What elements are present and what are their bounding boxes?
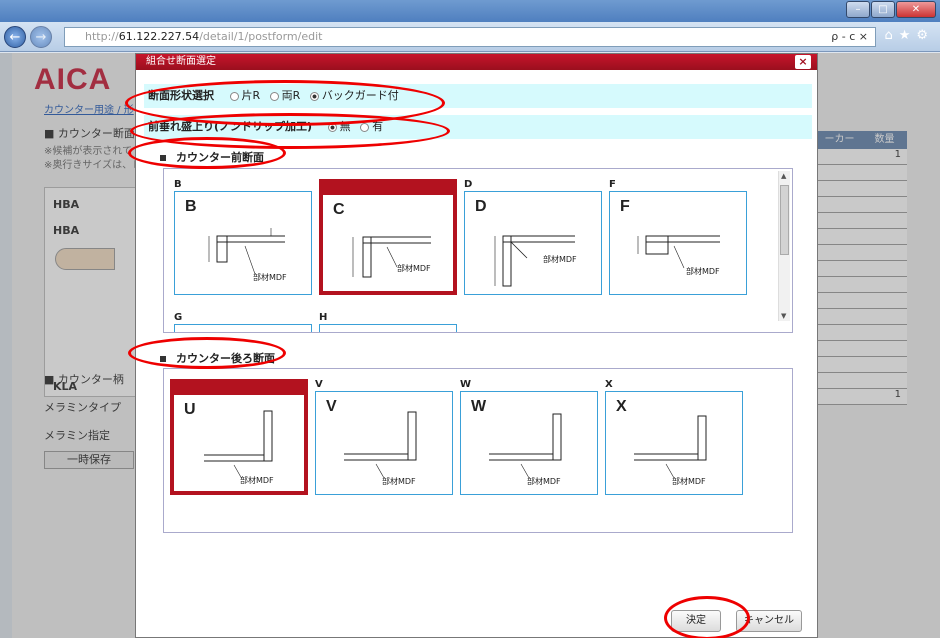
drip-label: 前垂れ盛上り(ノンドリップ加工): [148, 120, 313, 133]
back-card-v[interactable]: V 部材MDF: [315, 391, 453, 495]
url-scheme: http://: [85, 30, 119, 43]
radio-both-side-r[interactable]: [269, 91, 279, 101]
url-path: /detail/1/postform/edit: [199, 30, 323, 43]
radio-backguard[interactable]: [309, 91, 319, 101]
front-section-heading: カウンター前断面: [160, 149, 264, 165]
material-label: 部材MDF: [543, 255, 577, 264]
card-letter: D: [464, 179, 473, 190]
material-label: 部材MDF: [686, 267, 720, 276]
window-titlebar: – □ ✕: [0, 0, 940, 22]
back-icon[interactable]: ←: [4, 26, 26, 48]
card-letter: H: [319, 312, 328, 323]
option-label: 有: [372, 120, 384, 133]
dialog-titlebar: 組合せ断面選定 ×: [136, 54, 817, 70]
radio-drip-yes[interactable]: [360, 122, 370, 132]
selected-band: [170, 379, 308, 391]
material-label: 部材MDF: [397, 264, 431, 273]
scroll-down-icon[interactable]: ▼: [781, 312, 786, 320]
drip-option-row: 前垂れ盛上り(ノンドリップ加工) 無 有: [144, 115, 812, 139]
card-letter: F: [609, 179, 616, 190]
home-star-gear-icons[interactable]: ⌂★⚙: [884, 28, 934, 43]
profile-drawing-c: [352, 236, 431, 278]
card-letter: V: [315, 379, 323, 390]
section-select-dialog: 組合せ断面選定 × 断面形状選択 片R 両R バックガード付 前垂れ盛上り(ノン…: [135, 53, 818, 638]
minimize-button[interactable]: –: [846, 1, 870, 18]
close-icon[interactable]: ×: [795, 55, 811, 69]
material-label: 部材MDF: [240, 476, 274, 485]
dialog-title: 組合せ断面選定: [146, 56, 216, 67]
material-label: 部材MDF: [253, 273, 287, 282]
cancel-button[interactable]: キャンセル: [736, 610, 802, 632]
card-letter: B: [174, 179, 182, 190]
option-label: 片R: [241, 89, 261, 102]
option-label: バックガード付: [321, 89, 399, 102]
profile-drawing-f: [637, 235, 720, 269]
radio-one-side-r[interactable]: [229, 91, 239, 101]
front-card-g[interactable]: [174, 324, 312, 332]
scroll-thumb[interactable]: [780, 185, 789, 255]
card-letter: G: [174, 312, 183, 323]
square-bullet-icon: [160, 356, 166, 362]
material-label: 部材MDF: [382, 477, 416, 486]
front-section-title: カウンター前断面: [176, 151, 264, 164]
option-label: 両R: [281, 89, 301, 102]
back-card-w[interactable]: W 部材MDF: [460, 391, 598, 495]
front-card-b[interactable]: B 部材MDF: [174, 191, 312, 295]
material-label: 部材MDF: [527, 477, 561, 486]
front-card-f[interactable]: F 部材MDF: [609, 191, 747, 295]
front-card-c-selected[interactable]: C 部材MDF: [319, 191, 457, 295]
browser-navbar: ← → http://61.122.227.54/detail/1/postfo…: [0, 22, 940, 52]
front-card-h[interactable]: [319, 324, 457, 332]
ok-button[interactable]: 決定: [671, 610, 721, 632]
scroll-up-icon[interactable]: ▲: [781, 172, 786, 180]
radio-drip-none[interactable]: [327, 122, 337, 132]
card-letter: X: [605, 379, 613, 390]
front-panel-scrollbar[interactable]: ▲ ▼: [778, 171, 790, 321]
url-host: 61.122.227.54: [118, 30, 200, 43]
back-section-panel: U 部材MDF V V 部材MDF W W 部材MDF X X 部材MDF: [163, 368, 793, 533]
profile-drawing-d: [494, 235, 575, 287]
shape-label: 断面形状選択: [148, 89, 214, 102]
back-section-title: カウンター後ろ断面: [176, 352, 275, 365]
shape-option-row: 断面形状選択 片R 両R バックガード付: [144, 84, 812, 108]
front-card-d[interactable]: D 部材MDF: [464, 191, 602, 295]
back-card-x[interactable]: X 部材MDF: [605, 391, 743, 495]
forward-icon[interactable]: →: [30, 26, 52, 48]
search-refresh-controls[interactable]: ρ - c ×: [831, 30, 868, 43]
material-label: 部材MDF: [672, 477, 706, 486]
profile-drawing-b: [208, 228, 285, 275]
back-card-u-selected[interactable]: U 部材MDF: [170, 391, 308, 495]
square-bullet-icon: [160, 155, 166, 161]
back-section-heading: カウンター後ろ断面: [160, 350, 275, 366]
maximize-button[interactable]: □: [871, 1, 895, 18]
card-letter: W: [460, 379, 472, 390]
front-section-panel: B B 部材MDF C 部材MDF D D 部材MDF F F 部材MDF G …: [163, 168, 793, 333]
option-label: 無: [339, 120, 351, 133]
selected-band: [319, 179, 457, 191]
close-window-button[interactable]: ✕: [896, 1, 936, 18]
address-bar[interactable]: http://61.122.227.54/detail/1/postform/e…: [64, 27, 876, 47]
